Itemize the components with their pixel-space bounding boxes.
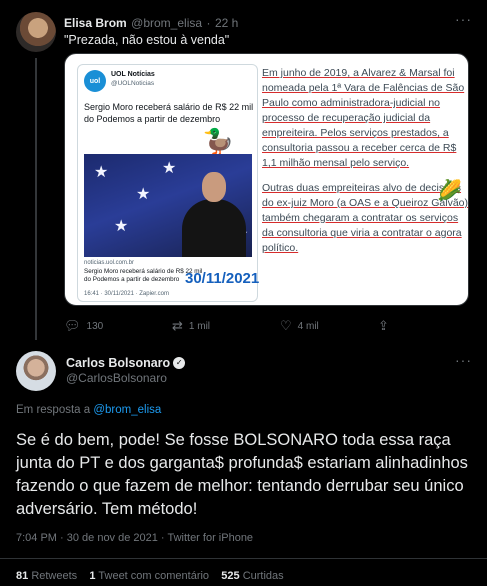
corn-icon: 🌽 [437, 180, 462, 202]
replying-to-line: Em resposta a @brom_elisa [16, 404, 161, 416]
person-figure [182, 199, 246, 257]
author-handle[interactable]: @brom_elisa [131, 16, 202, 30]
separator-dot: · [206, 16, 211, 30]
embedded-headline: Sergio Moro receberá salário de R$ 22 mi… [84, 102, 254, 124]
retweet-icon: ⇄ [172, 318, 183, 333]
tweet-text: Se é do bem, pode! Se fosse BOLSONARO to… [16, 431, 468, 518]
avatar[interactable] [16, 12, 56, 52]
star-icon: ★ [114, 218, 129, 235]
divider [0, 558, 487, 559]
date-stamp: 30/11/2021 [185, 270, 260, 287]
thread-connector-line [35, 58, 37, 340]
uol-logo: uol [84, 70, 106, 92]
share-icon: ⇪ [378, 318, 389, 333]
author-handle[interactable]: @CarlosBolsonaro [66, 371, 167, 385]
embedded-author-name: UOL Notícias [111, 71, 155, 78]
star-icon: ★ [162, 160, 177, 177]
replying-prefix: Em resposta a [16, 404, 91, 416]
author-name[interactable]: Elisa Brom [64, 16, 127, 30]
tweet-image[interactable]: uol UOL Notícias @UOLNoticias Sergio Mor… [64, 53, 469, 306]
embedded-timestamp: 16:41 · 30/11/2021 · Zapier.com [84, 291, 169, 297]
reply-count: 130 [86, 320, 104, 332]
retweets-stat[interactable]: 81 Retweets [16, 570, 77, 582]
more-options-icon[interactable]: ··· [455, 352, 472, 368]
like-action[interactable]: ♡ 4 mil [280, 318, 319, 334]
reply-action[interactable]: 💬︎ 130 [64, 318, 103, 334]
news-photo: ★ ★ ★ ★ ★ [84, 154, 252, 257]
verified-badge-icon: ✓ [173, 356, 186, 369]
tweet-timestamp[interactable]: 7:04 PM · 30 de nov de 2021 · Twitter fo… [16, 532, 253, 544]
tweet-header: Elisa Brom @brom_elisa · 22 h [64, 14, 238, 32]
retweet-count: 1 mil [188, 320, 211, 332]
tweet-time[interactable]: 22 h [215, 16, 238, 30]
news-source: noticias.uol.com.br [84, 260, 135, 266]
embedded-author-handle: @UOLNoticias [111, 80, 155, 87]
author-name[interactable]: Carlos Bolsonaro [66, 356, 170, 370]
retweet-action[interactable]: ⇄ 1 mil [172, 318, 210, 334]
article-paragraph: Em junho de 2019, a Alvarez & Marsal foi… [262, 67, 465, 169]
embedded-tweet-card: uol UOL Notícias @UOLNoticias Sergio Mor… [77, 64, 260, 302]
person-head [202, 172, 226, 202]
like-count: 4 mil [297, 320, 319, 332]
share-action[interactable]: ⇪ [378, 318, 389, 334]
more-options-icon[interactable]: ··· [455, 11, 472, 27]
tweet-header: Carlos Bolsonaro ✓ [66, 354, 186, 372]
avatar[interactable] [16, 351, 56, 391]
article-excerpt: Em junho de 2019, a Alvarez & Marsal foi… [262, 66, 468, 256]
tweet-stats: 81 Retweets 1 Tweet com comentário 525 C… [16, 570, 284, 582]
reply-icon: 💬︎ [64, 318, 81, 333]
heart-icon: ♡ [280, 318, 292, 333]
tweet-text: "Prezada, não estou à venda" [64, 33, 230, 47]
star-icon: ★ [136, 186, 151, 203]
quotes-stat[interactable]: 1 Tweet com comentário [89, 570, 209, 582]
likes-stat[interactable]: 525 Curtidas [221, 570, 283, 582]
replying-to-handle[interactable]: @brom_elisa [93, 404, 161, 416]
star-icon: ★ [94, 164, 109, 181]
